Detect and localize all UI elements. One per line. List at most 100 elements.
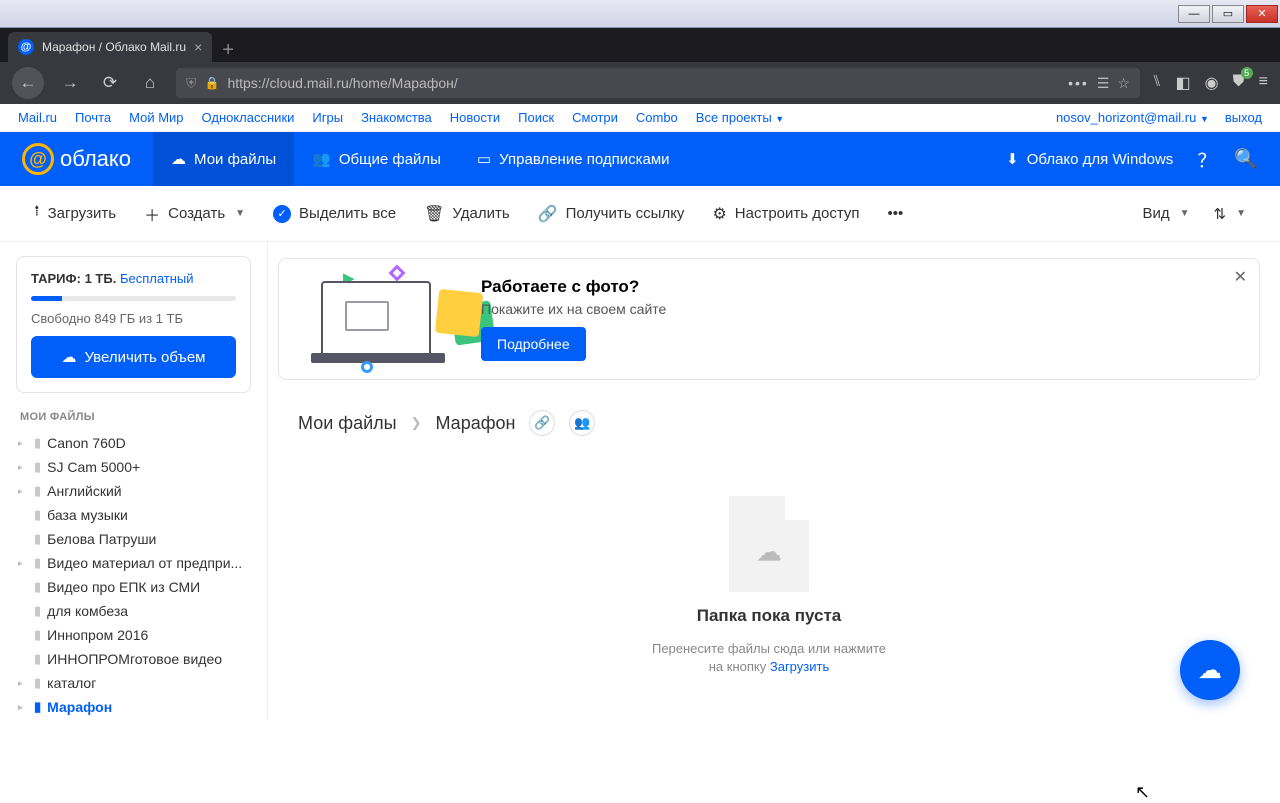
breadcrumb-current: Марафон [435, 413, 515, 434]
folder-icon: ▮ [34, 507, 41, 523]
promo-cta-button[interactable]: Подробнее [481, 327, 586, 361]
expand-icon: ▸ [18, 558, 28, 569]
promo-title: Работаете с фото? [481, 277, 666, 297]
folder-tree-item[interactable]: ▸▮каталог [16, 671, 251, 695]
copy-link-icon[interactable]: 🔗 [529, 410, 555, 436]
windows-app-link[interactable]: ⬇Облако для Windows [1000, 150, 1179, 168]
view-button[interactable]: Вид▼ [1142, 205, 1189, 223]
header-tab-myfiles[interactable]: ☁Мои файлы [153, 132, 294, 186]
topnav-link-all[interactable]: Все проекты ▼ [696, 110, 784, 125]
header-tab-shared[interactable]: 👥Общие файлы [294, 132, 459, 186]
download-icon: ⬇ [1006, 150, 1019, 168]
promo-illustration: ▶ [291, 269, 461, 369]
empty-upload-link[interactable]: Загрузить [770, 659, 829, 674]
folder-label: Видео материал от предпри... [47, 555, 242, 571]
topnav-link[interactable]: Новости [450, 110, 500, 125]
topnav-link[interactable]: Игры [312, 110, 343, 125]
topnav-link[interactable]: Мой Мир [129, 110, 183, 125]
more-actions-button[interactable]: ••• [888, 205, 904, 222]
folder-tree-item[interactable]: ▸▮Марафон [16, 695, 251, 719]
topnav-link[interactable]: Одноклассники [202, 110, 295, 125]
account-icon[interactable]: ◉ [1205, 73, 1219, 93]
dots-icon: ••• [888, 205, 904, 222]
folder-label: Белова Патруши [47, 531, 156, 547]
header-tab-subs[interactable]: ▭Управление подписками [459, 132, 688, 186]
upload-button[interactable]: ⭫Загрузить [34, 200, 116, 227]
reader-icon[interactable]: ☰ [1097, 75, 1110, 92]
extensions-icon[interactable]: ⛊ [1233, 73, 1245, 93]
select-all-button[interactable]: ✓Выделить все [273, 205, 396, 223]
nav-forward-button[interactable]: → [56, 69, 84, 97]
share-access-icon[interactable]: 👥 [569, 410, 595, 436]
cloud-icon: ☁ [171, 150, 186, 168]
logo[interactable]: @ облако [0, 132, 153, 186]
chevron-down-icon: ▼ [1236, 208, 1246, 219]
url-more-icon[interactable]: ••• [1068, 75, 1089, 91]
sidebar-icon[interactable]: ◧ [1176, 73, 1191, 93]
help-icon[interactable]: ？ [1197, 146, 1216, 173]
topnav-link[interactable]: Смотри [572, 110, 618, 125]
search-icon[interactable]: 🔍 [1234, 147, 1258, 171]
folder-tree-item[interactable]: ▸▮Английский [16, 479, 251, 503]
delete-button[interactable]: 🗑Удалить [424, 204, 510, 224]
nav-home-button[interactable]: ⌂ [136, 69, 164, 97]
new-tab-button[interactable]: + [212, 39, 244, 62]
library-icon[interactable]: ⑊ [1152, 73, 1162, 93]
card-icon: ▭ [477, 150, 491, 168]
topnav-link[interactable]: Поиск [518, 110, 554, 125]
cloud-upload-icon: ☁ [1198, 656, 1222, 685]
topnav-link[interactable]: Почта [75, 110, 111, 125]
upload-fab[interactable]: ☁ [1180, 640, 1240, 700]
sort-button[interactable]: ⇅▼ [1214, 205, 1246, 223]
window-minimize-button[interactable]: — [1178, 5, 1210, 23]
folder-tree-item[interactable]: ▸▮Видео материал от предпри... [16, 551, 251, 575]
folder-label: Марафон [47, 699, 112, 715]
window-close-button[interactable]: ✕ [1246, 5, 1278, 23]
breadcrumb-root[interactable]: Мои файлы [298, 413, 397, 434]
folder-label: каталог [47, 675, 96, 691]
topnav-link[interactable]: Mail.ru [18, 110, 57, 125]
topnav-link[interactable]: Combo [636, 110, 678, 125]
browser-toolbar: ← → ⟳ ⌂ ⛨ 🔒 https://cloud.mail.ru/home/М… [0, 62, 1280, 104]
promo-close-icon[interactable]: ✕ [1234, 267, 1247, 287]
user-email[interactable]: nosov_horizont@mail.ru ▼ [1056, 110, 1209, 125]
link-icon: 🔗 [538, 204, 558, 224]
menu-icon[interactable]: ≡ [1259, 73, 1268, 93]
folder-tree-item[interactable]: ▮Видео про ЕПК из СМИ [16, 575, 251, 599]
access-button[interactable]: ⚙Настроить доступ [712, 204, 859, 224]
upgrade-storage-button[interactable]: ☁Увеличить объем [31, 336, 236, 378]
people-icon: 👥 [312, 150, 331, 168]
empty-state: ☁ Папка пока пуста Перенесите файлы сюда… [278, 496, 1260, 676]
get-link-button[interactable]: 🔗Получить ссылку [538, 204, 685, 224]
url-text: https://cloud.mail.ru/home/Марафон/ [227, 75, 1060, 91]
folder-tree-item[interactable]: ▮Иннопром 2016 [16, 623, 251, 647]
folder-tree-item[interactable]: ▮для комбеза [16, 599, 251, 623]
tab-close-icon[interactable]: × [194, 39, 202, 55]
lock-icon: 🔒 [205, 76, 220, 90]
tariff-title: ТАРИФ: 1 ТБ. Бесплатный [31, 271, 236, 286]
window-maximize-button[interactable]: ▭ [1212, 5, 1244, 23]
nav-reload-button[interactable]: ⟳ [96, 69, 124, 97]
folder-tree-item[interactable]: ▸▮SJ Cam 5000+ [16, 455, 251, 479]
upload-icon: ⭫ [34, 200, 40, 227]
folder-tree-item[interactable]: ▮база музыки [16, 503, 251, 527]
url-bar[interactable]: ⛨ 🔒 https://cloud.mail.ru/home/Марафон/ … [176, 68, 1140, 98]
browser-tab[interactable]: @ Марафон / Облако Mail.ru × [8, 32, 212, 62]
logout-link[interactable]: выход [1225, 110, 1262, 125]
plus-circle-icon: ＋ [144, 202, 160, 226]
nav-back-button[interactable]: ← [12, 67, 44, 99]
chevron-right-icon: ❯ [411, 415, 422, 431]
folder-tree-item[interactable]: ▮ИННОПРОМготовое видео [16, 647, 251, 671]
folder-icon: ▮ [34, 675, 41, 691]
folder-icon: ▮ [34, 459, 41, 475]
bookmark-star-icon[interactable]: ☆ [1117, 75, 1130, 92]
tariff-card: ТАРИФ: 1 ТБ. Бесплатный Свободно 849 ГБ … [16, 256, 251, 393]
create-button[interactable]: ＋Создать▼ [144, 202, 245, 226]
logo-icon: @ [22, 143, 54, 175]
topnav-link[interactable]: Знакомства [361, 110, 432, 125]
folder-tree-item[interactable]: ▸▮Canon 760D [16, 431, 251, 455]
tariff-plan-link[interactable]: Бесплатный [120, 271, 194, 286]
folder-tree-item[interactable]: ▮Белова Патруши [16, 527, 251, 551]
storage-progress [31, 296, 236, 301]
trash-icon: 🗑 [424, 204, 444, 224]
